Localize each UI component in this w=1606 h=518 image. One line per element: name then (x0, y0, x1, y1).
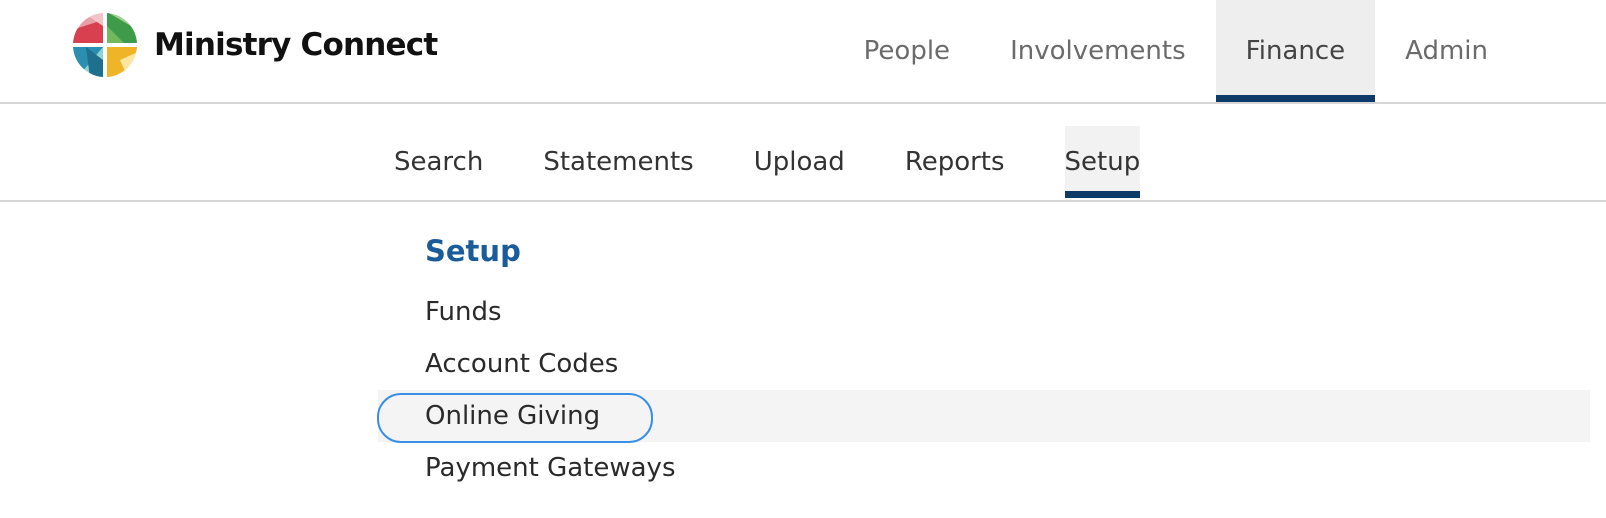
sub-nav-upload[interactable]: Upload (754, 126, 845, 198)
main-nav-finance[interactable]: Finance (1215, 0, 1376, 102)
sub-nav-reports[interactable]: Reports (905, 126, 1005, 198)
main-nav: People Involvements Finance Admin (834, 0, 1518, 102)
ministry-connect-logo-icon (73, 13, 137, 77)
setup-item-funds[interactable]: Funds (0, 286, 1590, 338)
setup-item-label: Payment Gateways (425, 453, 676, 483)
setup-menu: Funds Account Codes Online Giving Paymen… (0, 286, 1590, 494)
brand-name: Ministry Connect (154, 27, 438, 63)
setup-item-online-giving[interactable]: Online Giving (377, 390, 1590, 443)
setup-content: Setup Funds Account Codes Online Giving … (0, 204, 1606, 518)
section-title: Setup (425, 234, 521, 268)
setup-item-account-codes[interactable]: Account Codes (0, 338, 1590, 390)
sub-nav-search[interactable]: Search (394, 126, 483, 198)
brand[interactable]: Ministry Connect (72, 13, 438, 77)
top-header: Ministry Connect People Involvements Fin… (0, 0, 1606, 104)
setup-item-label: Online Giving (425, 401, 601, 431)
main-nav-people[interactable]: People (834, 0, 980, 102)
main-nav-involvements[interactable]: Involvements (980, 0, 1216, 102)
setup-item-label: Account Codes (425, 349, 619, 379)
sub-nav-statements[interactable]: Statements (543, 126, 693, 198)
setup-item-payment-gateways[interactable]: Payment Gateways (0, 442, 1590, 494)
main-nav-admin[interactable]: Admin (1375, 0, 1518, 102)
setup-item-label: Funds (425, 297, 502, 327)
sub-header: Search Statements Upload Reports Setup (0, 104, 1606, 202)
sub-nav-setup[interactable]: Setup (1064, 126, 1141, 198)
finance-sub-nav: Search Statements Upload Reports Setup (394, 126, 1200, 198)
